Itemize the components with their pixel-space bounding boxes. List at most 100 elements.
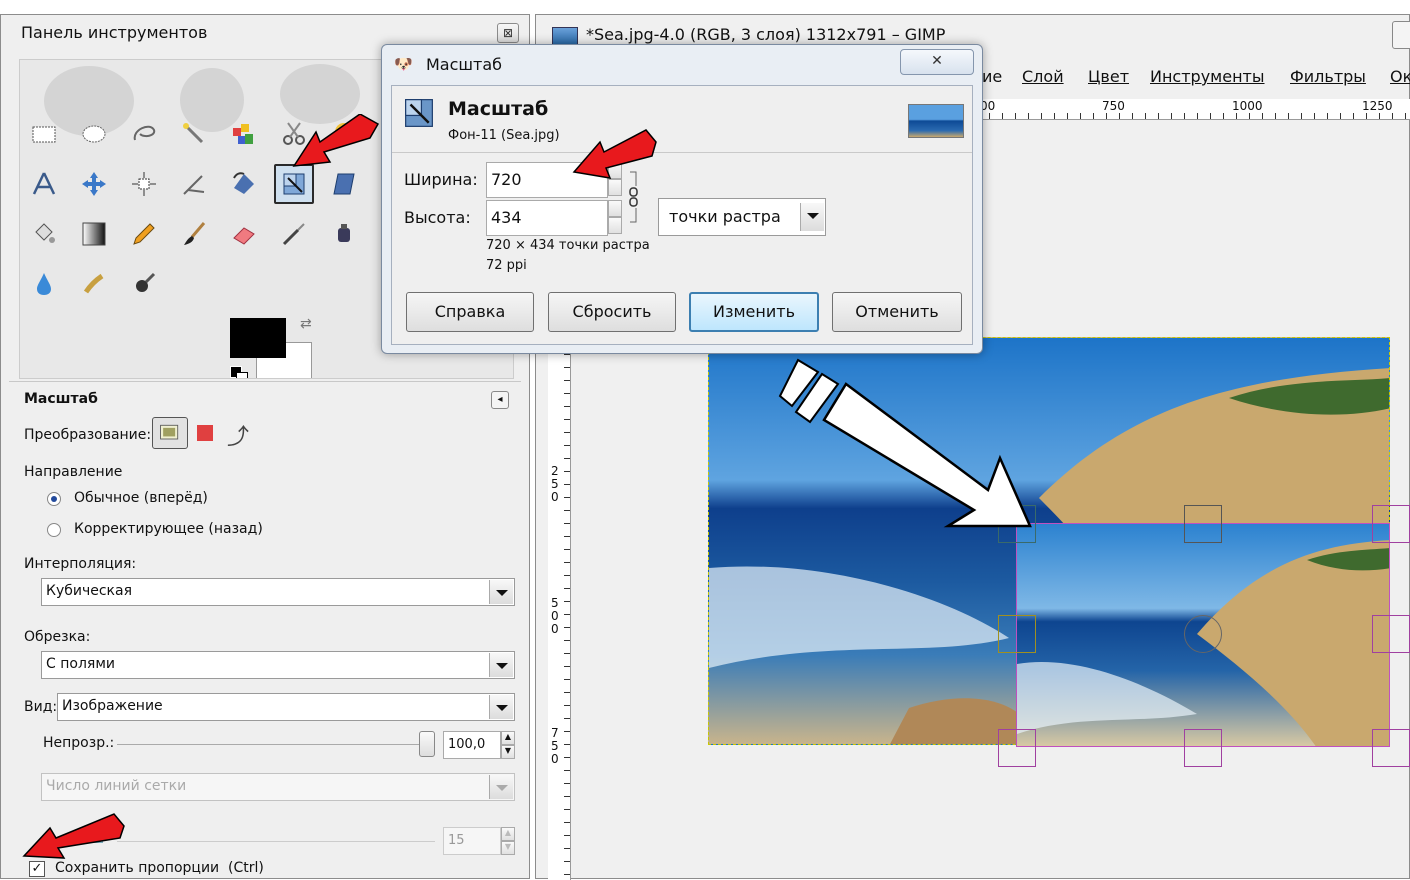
chevron-down-icon <box>489 653 513 677</box>
swap-colors-icon[interactable]: ⇄ <box>300 316 312 332</box>
chevron-down-icon <box>800 203 824 231</box>
wilber-icon: 🐶 <box>394 55 413 73</box>
window-control-button[interactable] <box>1392 21 1410 49</box>
chevron-down-icon <box>489 580 513 604</box>
opacity-input[interactable]: 100,0 <box>443 731 501 759</box>
unit-value: точки растра <box>669 207 781 226</box>
transform-label: Преобразование: <box>24 427 152 443</box>
interpolation-value: Кубическая <box>46 583 132 599</box>
sea-thumbnail-icon <box>552 27 578 45</box>
paths-icon[interactable] <box>26 166 62 202</box>
menu-windows[interactable]: Ок <box>1390 67 1410 86</box>
annotation-arrow-icon <box>778 358 1032 528</box>
left-ruler[interactable]: 250 500 750 <box>548 341 571 880</box>
menu-layer[interactable]: Слой <box>1022 67 1064 86</box>
rotate-icon[interactable] <box>226 166 262 202</box>
paintbrush-icon[interactable] <box>176 216 212 252</box>
direction-label: Направление <box>24 464 123 480</box>
preview-select[interactable]: Изображение <box>57 693 515 721</box>
blend-icon[interactable] <box>76 216 112 252</box>
clipping-select[interactable]: С полями <box>41 651 515 679</box>
keep-aspect-checkbox[interactable]: ✓ <box>29 861 45 877</box>
dialog-window-title: Масштаб <box>426 55 503 74</box>
grid-lines-spinner: ▲ ▼ <box>501 827 515 855</box>
default-colors-bg-icon <box>236 372 248 378</box>
menu-color[interactable]: Цвет <box>1088 67 1129 86</box>
grid-lines-input: 15 <box>443 827 501 855</box>
toolbox-close-button[interactable]: ⊠ <box>497 23 519 43</box>
menu-tools[interactable]: Инструменты <box>1150 67 1265 86</box>
resolution-info: 72 ppi <box>486 258 527 273</box>
dialog-subheading: Фон-11 (Sea.jpg) <box>448 128 560 143</box>
scale-handle-center[interactable] <box>1184 615 1222 653</box>
size-info: 720 × 434 точки растра <box>486 238 650 253</box>
height-input[interactable]: 434 <box>486 200 608 236</box>
top-ruler[interactable]: 00 750 1000 1250 <box>976 99 1410 120</box>
opacity-slider-handle[interactable] <box>419 731 435 757</box>
direction-corrective-label: Корректирующее (назад) <box>74 521 263 537</box>
ink-icon[interactable] <box>326 216 362 252</box>
blur-icon[interactable] <box>26 266 62 302</box>
dialog-close-button[interactable]: ✕ <box>900 49 974 75</box>
dialog-body: Масштаб Фон-11 (Sea.jpg) Ширина: 720 Выс… <box>391 85 973 345</box>
scale-handle-left[interactable] <box>998 615 1036 653</box>
grid-type-select: Число линий сетки <box>41 773 515 801</box>
opacity-spinner[interactable]: ▲ ▼ <box>501 731 515 759</box>
grid-type-value: Число линий сетки <box>46 778 187 794</box>
toolbox-title: Панель инструментов <box>21 23 208 42</box>
scale-handle-top[interactable] <box>1184 505 1222 543</box>
grid-lines-value: 15 <box>448 833 465 848</box>
direction-corrective-radio[interactable] <box>47 523 61 537</box>
scale-handle-bottom-left[interactable] <box>998 729 1036 767</box>
direction-normal-label: Обычное (вперёд) <box>74 490 208 506</box>
rect-select-icon[interactable] <box>26 116 62 152</box>
preview-value: Изображение <box>62 698 163 714</box>
scale-handle-top-right[interactable] <box>1372 505 1410 543</box>
foreground-color-swatch[interactable] <box>230 318 286 358</box>
menu-view[interactable]: ие <box>982 67 1002 86</box>
clipping-label: Обрезка: <box>24 629 91 645</box>
eraser-icon[interactable] <box>226 216 262 252</box>
options-menu-icon[interactable]: ◂ <box>491 391 509 409</box>
divider <box>9 381 521 382</box>
ruler-label: 750 <box>551 726 559 766</box>
transform-layer-button[interactable] <box>152 417 188 449</box>
cancel-button[interactable]: Отменить <box>832 292 962 332</box>
reset-button[interactable]: Сбросить <box>548 292 676 332</box>
scale-button[interactable]: Изменить <box>689 292 819 332</box>
scale-handle-right[interactable] <box>1372 615 1410 653</box>
move-icon[interactable] <box>76 166 112 202</box>
interpolation-select[interactable]: Кубическая <box>41 578 515 606</box>
preview-label: Вид: <box>24 699 58 715</box>
scale-handle-bottom[interactable] <box>1184 729 1222 767</box>
image-window-title: *Sea.jpg-4.0 (RGB, 3 слоя) 1312x791 – GI… <box>586 25 946 44</box>
smudge-icon[interactable] <box>76 266 112 302</box>
dodge-burn-icon[interactable] <box>126 266 162 302</box>
airbrush-icon[interactable] <box>276 216 312 252</box>
keep-aspect-text: Сохранить пропорции <box>55 860 220 876</box>
help-button[interactable]: Справка <box>406 292 534 332</box>
height-spinner[interactable] <box>608 200 622 236</box>
scale-handle-bottom-right[interactable] <box>1372 729 1410 767</box>
transform-path-icon[interactable]: ⤴ <box>227 419 249 451</box>
unit-select[interactable]: точки растра <box>658 198 826 236</box>
pencil-icon[interactable] <box>126 216 162 252</box>
height-value: 434 <box>491 208 522 227</box>
transform-selection-icon[interactable] <box>197 425 213 441</box>
ruler-label: 1000 <box>1232 99 1263 113</box>
keep-aspect-label: Сохранить пропорции (Ctrl) <box>55 860 264 876</box>
ruler-label: 750 <box>1102 99 1125 113</box>
ellipse-select-icon[interactable] <box>76 116 112 152</box>
opacity-slider-track[interactable] <box>117 744 435 745</box>
free-select-icon[interactable] <box>126 116 162 152</box>
fuzzy-select-icon[interactable] <box>176 116 212 152</box>
layer-thumbnail <box>908 104 964 138</box>
crop-icon[interactable] <box>176 166 212 202</box>
bucket-fill-icon[interactable] <box>26 216 62 252</box>
menu-filters[interactable]: Фильтры <box>1290 67 1366 86</box>
direction-normal-radio[interactable] <box>47 492 61 506</box>
chevron-down-icon <box>489 695 513 719</box>
align-icon[interactable] <box>126 166 162 202</box>
tool-options-title: Масштаб <box>24 391 98 407</box>
select-by-color-icon[interactable] <box>226 116 262 152</box>
